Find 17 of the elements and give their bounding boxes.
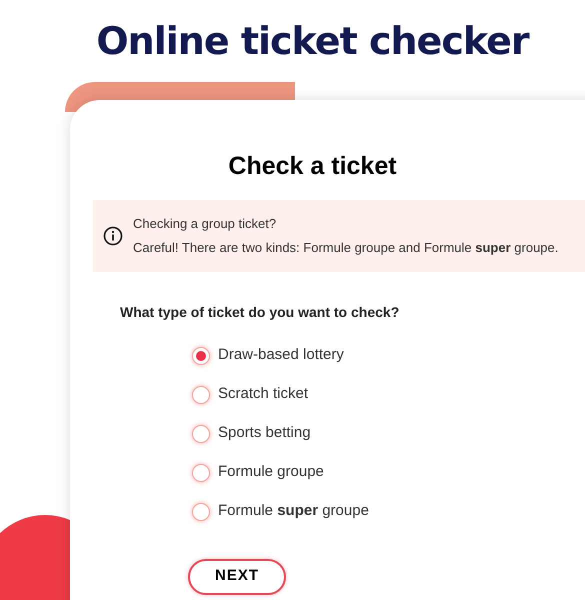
radio-option[interactable]: Formule super groupe xyxy=(192,500,585,522)
radio-option[interactable]: Scratch ticket xyxy=(192,384,585,406)
radio-button[interactable] xyxy=(192,424,210,442)
radio-button[interactable] xyxy=(192,502,210,520)
radio-option[interactable]: Formule groupe xyxy=(192,462,585,484)
radio-option[interactable]: Sports betting xyxy=(192,422,585,444)
info-icon xyxy=(103,226,123,246)
radio-button[interactable] xyxy=(192,386,210,404)
page-title: Online ticket checker xyxy=(96,22,529,60)
radio-button[interactable] xyxy=(192,346,210,364)
question: What type of ticket do you want to check? xyxy=(120,302,400,322)
radio-button[interactable] xyxy=(192,464,210,482)
card-title: Check a ticket xyxy=(227,151,398,182)
notice-text: Careful! There are two kinds: Formule groupe and Formule super groupe. xyxy=(133,238,558,257)
radio-option[interactable]: Draw-based lottery xyxy=(192,344,585,366)
notice-title: Checking a group ticket? xyxy=(133,215,278,233)
next-button[interactable]: NEXT xyxy=(188,558,286,594)
